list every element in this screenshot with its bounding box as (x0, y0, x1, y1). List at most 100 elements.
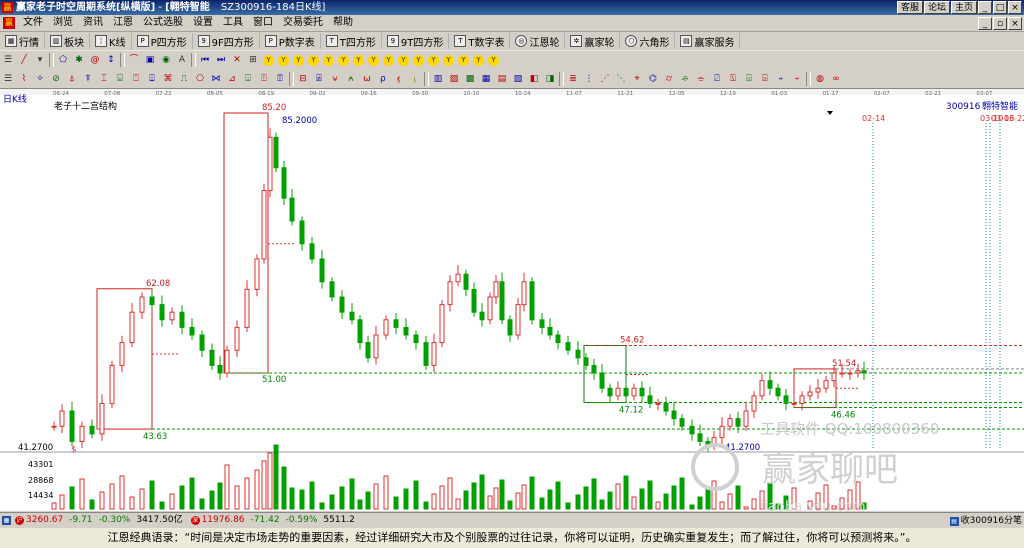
y-marker-icon-12[interactable]: Y (428, 54, 439, 66)
y-marker-icon-1[interactable]: Y (263, 54, 274, 66)
y-marker-icon-13[interactable]: Y (443, 54, 454, 66)
tool-42-icon[interactable]: ⌯ (694, 72, 708, 86)
y-marker-icon-8[interactable]: Y (368, 54, 379, 66)
tool-1-icon[interactable]: ⌇ (17, 72, 31, 86)
y-marker-icon-11[interactable]: Y (413, 54, 424, 66)
tool-15-icon[interactable]: ⍗ (241, 72, 255, 86)
minimize-icon[interactable]: _ (978, 1, 992, 14)
toolbar-t-square-button[interactable]: T T四方形 (321, 33, 382, 49)
tool-35-icon[interactable]: ⋮ (582, 72, 596, 86)
tool-11-icon[interactable]: ⎍ (177, 72, 191, 86)
y-marker-icon-15[interactable]: Y (473, 54, 484, 66)
tool-20-icon[interactable]: ⍱ (328, 72, 342, 86)
tool-curve-icon[interactable]: ⌒ (127, 53, 141, 67)
tool-32-icon[interactable]: ◧ (527, 72, 541, 86)
menu-gann[interactable]: 江恩 (108, 15, 138, 31)
tool-16-icon[interactable]: ⍐ (257, 72, 271, 86)
toolbar-sector-button[interactable]: ▥ 板块 (45, 33, 90, 49)
menu-help[interactable]: 帮助 (328, 15, 358, 31)
next-page-icon[interactable]: ⏭ (214, 53, 228, 67)
tool-28-icon[interactable]: ▩ (463, 72, 477, 86)
tool-zoom-icon[interactable]: ⊞ (246, 53, 260, 67)
tool-27-icon[interactable]: ▨ (447, 72, 461, 86)
menu-trade[interactable]: 交易委托 (278, 15, 328, 31)
tool-30-icon[interactable]: ▤ (495, 72, 509, 86)
toolbar-quotes-button[interactable]: ▦ 行情 (0, 33, 45, 49)
tool-41-icon[interactable]: ⌮ (678, 72, 692, 86)
tool-46-icon[interactable]: ⍄ (758, 72, 772, 86)
menu-browse[interactable]: 浏览 (48, 15, 78, 31)
tool-34-icon[interactable]: ≣ (566, 72, 580, 86)
tool-23-icon[interactable]: ⍴ (376, 72, 390, 86)
toolbar-winner-wheel-button[interactable]: ✲ 赢家轮 (565, 33, 621, 49)
tool-31-icon[interactable]: ▧ (511, 72, 525, 86)
homepage-button[interactable]: 主页 (950, 1, 977, 14)
tool-square-icon[interactable]: ▣ (143, 53, 157, 67)
tool-star-icon[interactable]: ✱ (72, 53, 86, 67)
menu-tools[interactable]: 工具 (218, 15, 248, 31)
tool-38-icon[interactable]: ⌖ (630, 72, 644, 86)
y-marker-icon-10[interactable]: Y (398, 54, 409, 66)
tool-8-icon[interactable]: ⍞ (129, 72, 143, 86)
toolbar-p-square-button[interactable]: P P四方形 (132, 33, 193, 49)
tool-21-icon[interactable]: ⍲ (344, 72, 358, 86)
support-button[interactable]: 客服 (896, 1, 923, 14)
y-marker-icon-7[interactable]: Y (353, 54, 364, 66)
tool-circle-icon[interactable]: ◉ (159, 53, 173, 67)
forum-button[interactable]: 论坛 (923, 1, 950, 14)
toolbar-9t-square-button[interactable]: 9 9T四方形 (382, 33, 450, 49)
mdi-close-icon[interactable]: × (1008, 17, 1022, 30)
close-icon[interactable]: × (1008, 1, 1022, 14)
tool-2-icon[interactable]: ✧ (33, 72, 47, 86)
tool-3-icon[interactable]: ⊘ (49, 72, 63, 86)
tool-12-icon[interactable]: ⎔ (193, 72, 207, 86)
tool-29-icon[interactable]: ▦ (479, 72, 493, 86)
menu-file[interactable]: 文件 (18, 15, 48, 31)
tool-39-icon[interactable]: ⌬ (646, 72, 660, 86)
tool-25-icon[interactable]: ⍸ (408, 72, 422, 86)
tool-19-icon[interactable]: ⍯ (312, 72, 326, 86)
tool-14-icon[interactable]: ⊿ (225, 72, 239, 86)
toolbar-t-table-button[interactable]: T T数字表 (449, 33, 511, 49)
tool-dropdown-icon[interactable]: ▾ (33, 53, 47, 67)
tool-44-icon[interactable]: ⍂ (726, 72, 740, 86)
tool-18-icon[interactable]: ⊟ (296, 72, 310, 86)
menu-window[interactable]: 窗口 (248, 15, 278, 31)
toolbar-9f-square-button[interactable]: 9 9F四方形 (193, 33, 260, 49)
menu-formula[interactable]: 公式选股 (138, 15, 188, 31)
tool-22-icon[interactable]: ⍵ (360, 72, 374, 86)
tool-24-icon[interactable]: ⍷ (392, 72, 406, 86)
tool-pentagon-icon[interactable]: ⬠ (56, 53, 70, 67)
toolbar-hexagon-button[interactable]: ⬡ 六角形 (620, 33, 676, 49)
y-marker-icon-9[interactable]: Y (383, 54, 394, 66)
tool-4-icon[interactable]: ⍋ (65, 72, 79, 86)
y-marker-icon-6[interactable]: Y (338, 54, 349, 66)
mdi-minimize-icon[interactable]: _ (978, 17, 992, 30)
y-marker-icon-16[interactable]: Y (488, 54, 499, 66)
tool-arrow-icon[interactable]: ↕ (104, 53, 118, 67)
y-marker-icon-3[interactable]: Y (293, 54, 304, 66)
palette-icon[interactable]: ◍ (813, 72, 827, 86)
y-marker-icon-14[interactable]: Y (458, 54, 469, 66)
grid-status-icon[interactable]: ▤ (949, 517, 959, 526)
tool-text-icon[interactable]: A (175, 53, 189, 67)
menu-grip-icon[interactable]: ☰ (1, 72, 15, 86)
tool-26-icon[interactable]: ▥ (431, 72, 445, 86)
tool-cross-icon[interactable]: ✕ (230, 53, 244, 67)
tool-36-icon[interactable]: ⋰ (598, 72, 612, 86)
mdi-restore-icon[interactable]: ▫ (993, 17, 1007, 30)
tool-13-icon[interactable]: ⋈ (209, 72, 223, 86)
y-marker-icon-2[interactable]: Y (278, 54, 289, 66)
tool-5-icon[interactable]: ⍒ (81, 72, 95, 86)
tool-9-icon[interactable]: ⍍ (145, 72, 159, 86)
menu-settings[interactable]: 设置 (188, 15, 218, 31)
tool-17-icon[interactable]: ⍔ (273, 72, 287, 86)
app-menu-icon[interactable]: 赢 (3, 17, 15, 29)
y-marker-icon-4[interactable]: Y (308, 54, 319, 66)
tool-48-icon[interactable]: ⍆ (790, 72, 804, 86)
keyboard-icon[interactable]: ▦ (2, 516, 11, 525)
toolbar-gann-wheel-button[interactable]: ◎ 江恩轮 (510, 33, 566, 49)
tool-47-icon[interactable]: ⍅ (774, 72, 788, 86)
tool-7-icon[interactable]: ⌸ (113, 72, 127, 86)
tool-6-icon[interactable]: ⌶ (97, 72, 111, 86)
